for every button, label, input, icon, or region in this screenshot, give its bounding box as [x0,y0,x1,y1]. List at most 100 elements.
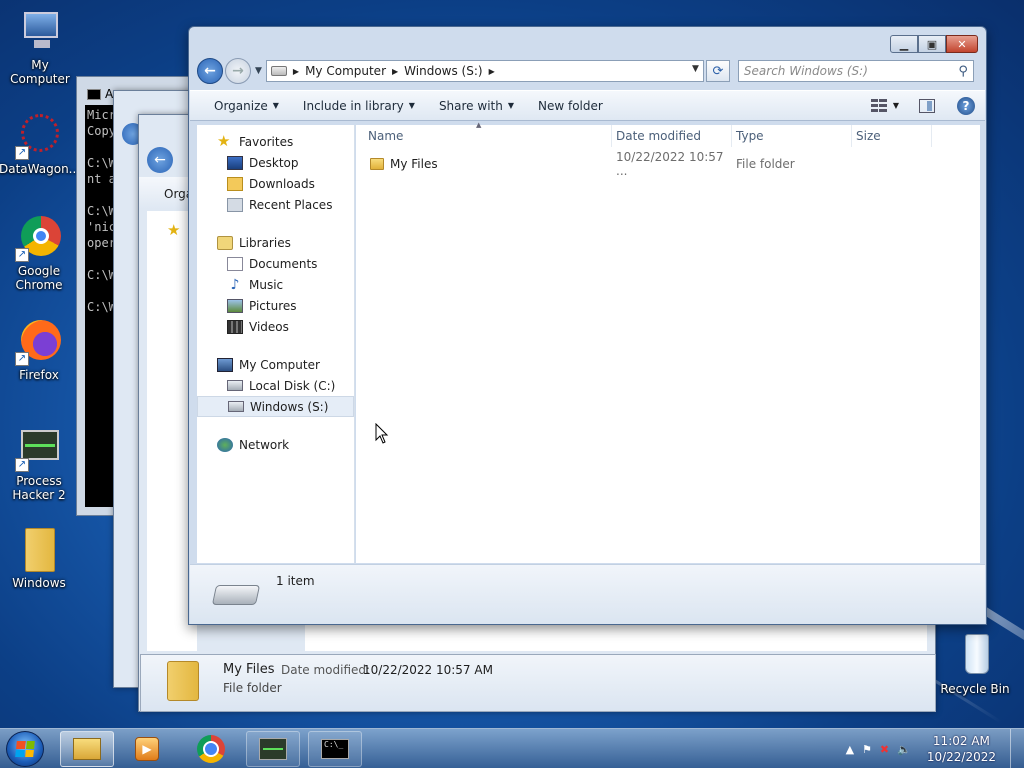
nav-windows-s[interactable]: Windows (S:) [197,396,354,417]
column-header-date[interactable]: Date modified [612,124,732,147]
column-label: Name [368,128,404,143]
nav-favorites[interactable]: ★ Favorites [197,131,354,152]
desktop-icon-recycle-bin[interactable]: Recycle Bin [935,632,1015,696]
documents-icon [227,256,243,271]
search-icon[interactable]: ⚲ [958,64,968,79]
chevron-right-icon[interactable]: ▶ [392,67,398,76]
start-button[interactable] [6,731,44,767]
taskbar: ▶ C:\_ ▲ ⚑ ✖ 🔈 11:02 AM 10/22/2022 [0,728,1024,768]
nav-local-disk-c[interactable]: Local Disk (C:) [197,375,354,396]
file-type: File folder [736,157,795,171]
taskbar-cmd[interactable]: C:\_ [308,731,362,767]
nav-label: Local Disk (C:) [249,378,336,393]
desktop-icon-label: Windows [12,576,66,590]
taskbar-media-player[interactable]: ▶ [120,731,174,767]
shortcut-arrow-icon: ↗ [15,146,29,160]
breadcrumb-my-computer[interactable]: My Computer [305,64,386,78]
nav-network[interactable]: Network [197,434,354,455]
recent-pages-dropdown[interactable]: ▼ [255,66,262,76]
desktop-icon-my-computer[interactable]: My Computer [0,8,80,86]
nav-label: Music [249,277,284,292]
desktop-icon-firefox[interactable]: ↗ Firefox [0,318,79,382]
back-arrow-icon[interactable]: ← [147,147,173,173]
forward-button[interactable]: → [225,58,251,84]
drive-icon [228,401,244,412]
minimize-button[interactable]: ▁ [890,35,918,53]
taskbar-process-hacker[interactable] [246,731,300,767]
show-desktop-button[interactable] [1010,729,1024,768]
nav-label: Favorites [239,134,294,149]
preview-pane-icon[interactable] [919,98,935,113]
chrome-icon: ↗ [15,214,63,262]
share-with-button[interactable]: Share with ▼ [427,94,526,118]
details-pane: My Files Date modified: 10/22/2022 10:57… [140,654,936,712]
organize-button[interactable]: Organize ▼ [190,94,291,118]
mouse-cursor-icon [375,423,389,444]
close-button[interactable]: ✕ [946,35,978,53]
desktop-icon-datawagon[interactable]: ↗ DataWagon... [0,112,81,176]
volume-icon[interactable]: 🔈 [897,743,911,756]
nav-desktop[interactable]: Desktop [197,152,354,173]
process-hacker-icon: ↗ [15,424,63,472]
network-status-icon[interactable]: ✖ [880,743,889,756]
explorer-window[interactable]: ▁ ▣ ✕ ← → ▼ ▶ My Computer ▶ Windows (S:)… [188,26,987,625]
forward-arrow-icon: → [232,63,244,79]
share-with-label: Share with [438,98,503,113]
address-row: ← → ▼ ▶ My Computer ▶ Windows (S:) ▶ ▼ ⟳… [197,57,978,85]
desktop-icon-windows-folder[interactable]: Windows [0,526,79,590]
include-in-library-button[interactable]: Include in library ▼ [291,94,427,118]
nav-pictures[interactable]: Pictures [197,295,354,316]
column-header-size[interactable]: Size [852,124,932,147]
file-list[interactable]: ▲ Name Date modified Type Size My Files 1… [356,121,980,563]
clock[interactable]: 11:02 AM 10/22/2022 [919,733,1010,765]
computer-icon [217,357,233,372]
column-header-name[interactable]: ▲ Name [356,121,612,147]
address-dropdown-icon[interactable]: ▼ [692,64,699,74]
action-center-icon[interactable]: ⚑ [862,743,872,756]
nav-documents[interactable]: Documents [197,253,354,274]
drive-icon [211,585,261,605]
desktop-icon-label: Firefox [19,368,59,382]
desktop-icon-label: Process Hacker 2 [12,474,66,502]
nav-downloads[interactable]: Downloads [197,173,354,194]
taskbar-explorer[interactable] [60,731,114,767]
desktop-icon-label: DataWagon... [0,162,81,176]
back-button[interactable]: ← [197,58,223,84]
view-options-dropdown[interactable]: ▼ [893,101,899,110]
desktop-icon-process-hacker[interactable]: ↗ Process Hacker 2 [0,424,79,502]
folder-icon [15,526,63,574]
nav-recent-places[interactable]: Recent Places [197,194,354,215]
address-bar[interactable]: ▶ My Computer ▶ Windows (S:) ▶ ▼ [265,60,704,82]
nav-label: Desktop [249,155,299,170]
cmd-icon [87,88,101,100]
nav-music[interactable]: ♪ Music [197,274,354,295]
recycle-bin-icon [951,632,999,680]
refresh-button[interactable]: ⟳ [705,60,730,82]
file-date: 10/22/2022 10:57 ... [616,150,724,178]
nav-label: Windows (S:) [250,399,329,414]
nav-libraries[interactable]: Libraries [197,232,354,253]
file-row[interactable]: My Files 10/22/2022 10:57 ... File folde… [356,150,980,178]
column-header-type[interactable]: Type [732,124,852,147]
chevron-right-icon[interactable]: ▶ [489,67,495,76]
show-hidden-icons-icon[interactable]: ▲ [846,743,854,756]
chevron-right-icon[interactable]: ▶ [293,67,299,76]
new-folder-button[interactable]: New folder [526,94,615,118]
window-titlebar[interactable]: ▁ ▣ ✕ [189,27,986,59]
computer-icon [16,8,64,56]
chrome-icon [197,735,225,763]
nav-my-computer[interactable]: My Computer [197,354,354,375]
desktop-icon-google-chrome[interactable]: ↗ Google Chrome [0,214,79,292]
breadcrumb-windows-s[interactable]: Windows (S:) [404,64,482,78]
nav-videos[interactable]: Videos [197,316,354,337]
chevron-down-icon: ▼ [507,101,514,110]
nav-label: Recent Places [249,197,333,212]
clock-date: 10/22/2022 [926,750,996,764]
help-icon[interactable]: ? [957,96,975,115]
change-view-icon[interactable] [870,98,887,113]
search-input[interactable]: Search Windows (S:) ⚲ [737,60,974,82]
detail-type: File folder [223,681,282,695]
maximize-button[interactable]: ▣ [918,35,946,53]
status-pane: 1 item [190,564,985,624]
taskbar-chrome[interactable] [184,731,238,767]
